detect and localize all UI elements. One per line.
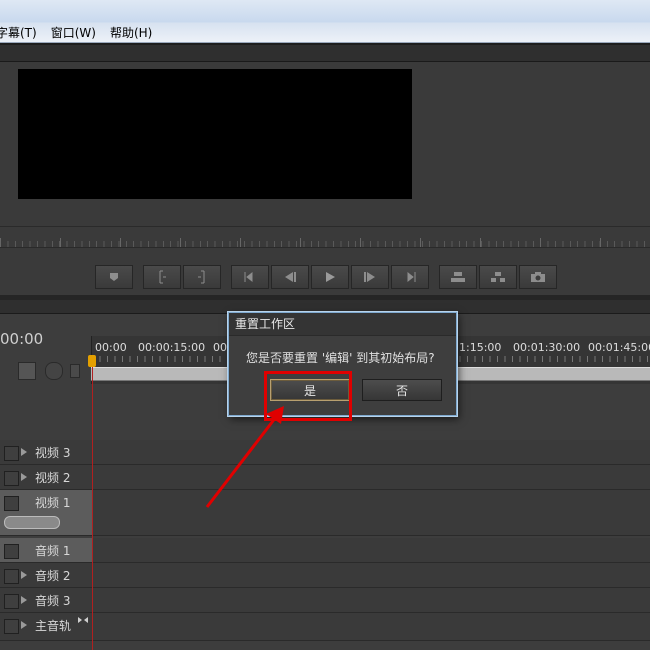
expand-triangle-icon[interactable] [21, 571, 27, 579]
go-to-out-icon[interactable] [391, 265, 429, 289]
snap-icon[interactable] [18, 362, 36, 380]
expand-triangle-icon[interactable] [21, 621, 27, 629]
transport-controls [95, 265, 557, 289]
expand-triangle-icon[interactable] [21, 473, 27, 481]
track-label: 音频 2 [35, 569, 71, 583]
dialog-message: 您是否要重置 '编辑' 到其初始布局? [246, 351, 435, 365]
audio-mixer-icon[interactable] [78, 617, 88, 623]
track-video-3: 视频 3 [0, 440, 650, 465]
track-audio-2: 音频 2 [0, 563, 650, 588]
menu-bar: 字幕(T) 窗口(W) 帮助(H) [0, 0, 650, 43]
expand-triangle-icon[interactable] [21, 448, 27, 456]
go-to-in-icon[interactable] [231, 265, 269, 289]
track-target-button[interactable] [4, 516, 60, 529]
video-preview [18, 69, 412, 199]
track-mute-toggle[interactable] [4, 619, 19, 634]
step-back-icon[interactable] [271, 265, 309, 289]
no-button[interactable]: 否 [362, 379, 442, 401]
menu-window[interactable]: 窗口(W) [51, 24, 104, 41]
marker-icon[interactable] [95, 265, 133, 289]
timecode-display[interactable]: 00:00 [0, 330, 43, 348]
ruler-label: 00:01:30:00 [513, 341, 581, 354]
program-monitor-panel [0, 43, 650, 295]
monitor-time-ruler[interactable] [0, 226, 650, 248]
lift-icon[interactable] [439, 265, 477, 289]
track-audio-1: 音频 1 [0, 538, 650, 563]
track-mute-toggle[interactable] [4, 594, 19, 609]
play-icon[interactable] [311, 265, 349, 289]
annotation-highlight-box [264, 371, 352, 421]
ruler-label: 00:00 [95, 341, 127, 354]
ruler-label: 00:01:45:00 [588, 341, 650, 354]
track-visibility-toggle[interactable] [4, 496, 19, 511]
track-label: 主音轨 [35, 619, 72, 633]
keyframe-icon[interactable] [70, 364, 80, 378]
playhead-line [92, 362, 93, 650]
out-point-icon[interactable] [183, 265, 221, 289]
track-label: 音频 1 [35, 544, 71, 558]
ruler-label: 1:15:00 [459, 341, 502, 354]
menu-help[interactable]: 帮助(H) [110, 24, 160, 41]
marker-set-icon[interactable] [45, 362, 63, 380]
timeline-tools [0, 358, 92, 384]
menu-title[interactable]: 字幕(T) [0, 24, 45, 41]
track-video-2: 视频 2 [0, 465, 650, 490]
ruler-label: 00:00:15:00 [138, 341, 206, 354]
expand-triangle-icon[interactable] [21, 596, 27, 604]
track-audio-3: 音频 3 [0, 588, 650, 613]
ruler-label: 00 [213, 341, 227, 354]
monitor-tab-strip [0, 45, 650, 62]
step-forward-icon[interactable] [351, 265, 389, 289]
track-label: 视频 2 [35, 471, 71, 485]
track-visibility-toggle[interactable] [4, 471, 19, 486]
track-label: 音频 3 [35, 594, 71, 608]
track-label: 视频 1 [35, 496, 71, 510]
track-video-1: 视频 1 [0, 490, 650, 536]
track-mute-toggle[interactable] [4, 544, 19, 559]
extract-icon[interactable] [479, 265, 517, 289]
track-visibility-toggle[interactable] [4, 446, 19, 461]
track-mute-toggle[interactable] [4, 569, 19, 584]
playhead-handle[interactable] [88, 355, 96, 367]
dialog-title[interactable]: 重置工作区 [229, 313, 456, 336]
track-label: 视频 3 [35, 446, 71, 460]
export-frame-icon[interactable] [519, 265, 557, 289]
in-point-icon[interactable] [143, 265, 181, 289]
track-master: 主音轨 [0, 613, 650, 641]
